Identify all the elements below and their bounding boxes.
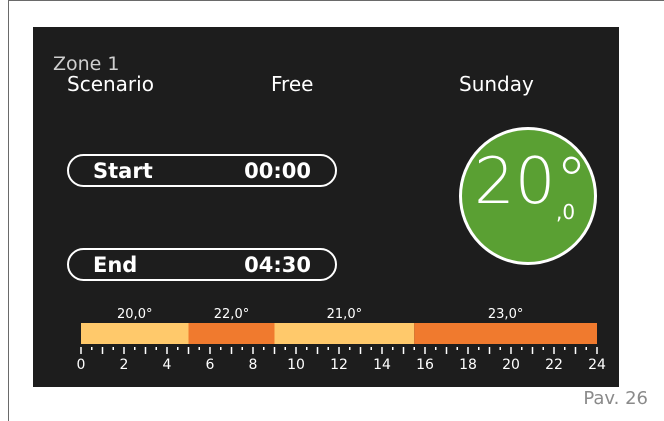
- segment-temperature-label: 21,0°: [327, 307, 362, 322]
- hour-label: 20: [502, 357, 520, 373]
- hour-label: 16: [416, 357, 434, 373]
- hour-label: 10: [287, 357, 305, 373]
- segment-temperature-label: 20,0°: [117, 307, 152, 322]
- hour-label: 12: [330, 357, 348, 373]
- hour-label: 14: [373, 357, 391, 373]
- hour-label: 18: [459, 357, 477, 373]
- thermostat-screen: Zone 1 Scenario Free Sunday Start 00:00 …: [33, 27, 619, 387]
- hour-label: 22: [545, 357, 563, 373]
- timeline-segment-2[interactable]: [188, 323, 275, 344]
- timeline-segment-4[interactable]: [414, 323, 597, 344]
- daily-program-timeline[interactable]: 20,0° 22,0° 21,0° 23,0°0 2 4 6 8 10 12 14 16 18 20 22 2…: [33, 27, 619, 387]
- page-left-rule: [8, 0, 9, 421]
- timeline-segment-1[interactable]: [81, 323, 189, 344]
- page-top-rule: [8, 0, 664, 1]
- timeline-segment-3[interactable]: [274, 323, 415, 344]
- hour-label: 6: [206, 357, 215, 373]
- page-number: Pav. 26: [583, 388, 648, 409]
- hour-label: 0: [77, 357, 86, 373]
- segment-temperature-label: 23,0°: [488, 307, 523, 322]
- hour-label: 24: [588, 357, 606, 373]
- segment-temperature-label: 22,0°: [214, 307, 249, 322]
- hour-label: 8: [249, 357, 258, 373]
- hour-label: 4: [163, 357, 172, 373]
- hour-label: 2: [120, 357, 129, 373]
